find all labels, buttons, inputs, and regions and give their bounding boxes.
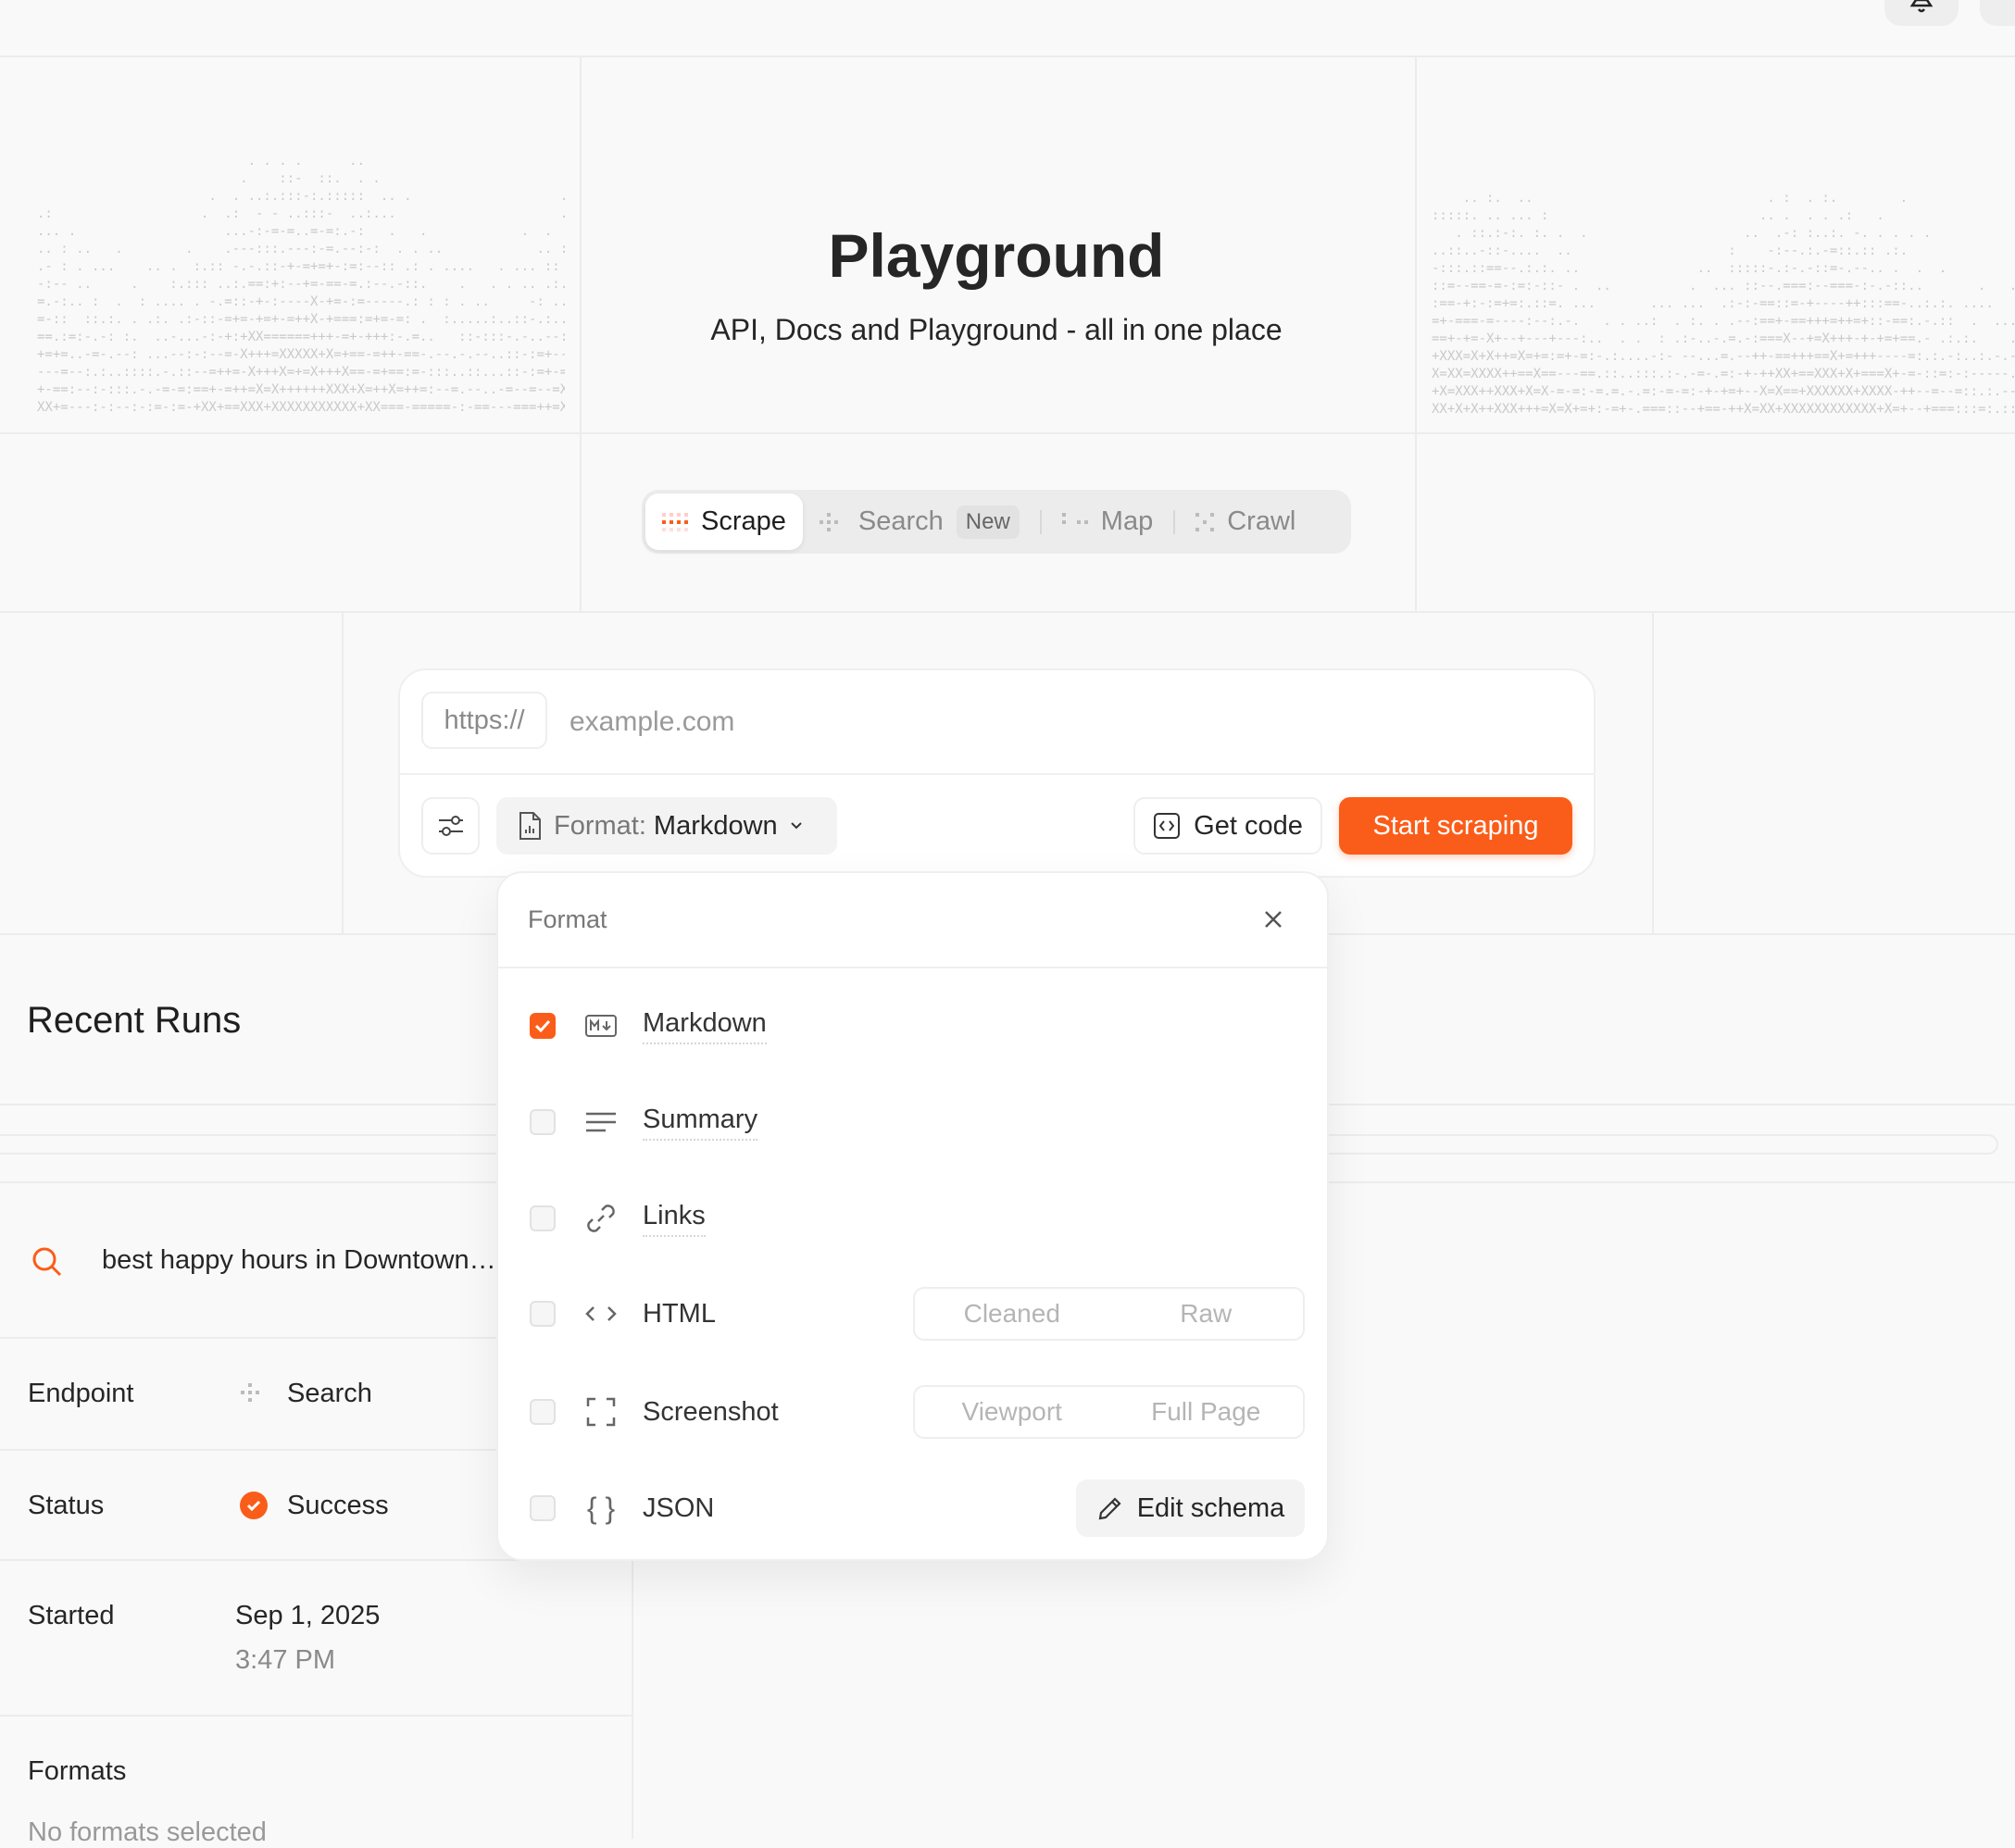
- option-label: Screenshot: [643, 1396, 779, 1427]
- checkbox[interactable]: [530, 1109, 556, 1135]
- protocol-prefix: https://: [421, 692, 547, 749]
- scrape-icon: [662, 512, 688, 531]
- endpoint-label: Endpoint: [28, 1379, 134, 1408]
- tab-label: Map: [1100, 506, 1154, 536]
- page-title: Playground: [828, 221, 1165, 290]
- code-icon: [1154, 813, 1181, 839]
- bell-icon: [1909, 0, 1934, 13]
- endpoint-value: Search: [287, 1379, 372, 1408]
- sliders-icon: [438, 816, 463, 836]
- format-option-links[interactable]: Links: [498, 1191, 1327, 1246]
- option-viewport[interactable]: Viewport: [915, 1387, 1109, 1437]
- option-raw[interactable]: Raw: [1109, 1289, 1304, 1339]
- search-dots-icon: [241, 1383, 267, 1402]
- endpoint-tabs: Scrape Search New Map Crawl: [642, 490, 1351, 554]
- divider: [0, 1715, 632, 1717]
- format-prefix: Format:: [554, 810, 646, 841]
- screenshot-frame-icon: [582, 1393, 620, 1430]
- success-check-icon: [240, 1492, 268, 1519]
- divider: [342, 612, 344, 934]
- page-subtitle: API, Docs and Playground - all in one pl…: [710, 313, 1283, 346]
- format-option-screenshot[interactable]: Screenshot Viewport Full Page: [498, 1384, 1327, 1440]
- markdown-icon: [582, 1007, 620, 1044]
- tab-label: Scrape: [701, 506, 786, 536]
- started-time: 3:47 PM: [235, 1645, 335, 1675]
- format-value: Markdown: [653, 810, 778, 841]
- get-code-button[interactable]: Get code: [1133, 797, 1322, 855]
- format-popup: Format Markdown Summary Links HTML Clean…: [496, 871, 1329, 1561]
- search-icon: [32, 1247, 62, 1277]
- edit-schema-label: Edit schema: [1136, 1492, 1285, 1523]
- checkbox-checked[interactable]: [530, 1013, 556, 1039]
- tab-map[interactable]: Map: [1045, 493, 1170, 550]
- format-option-summary[interactable]: Summary: [498, 1094, 1327, 1150]
- option-label: HTML: [643, 1298, 716, 1329]
- tab-search[interactable]: Search New: [803, 493, 1036, 550]
- format-option-json[interactable]: { } JSON Edit schema: [498, 1480, 1327, 1537]
- option-label: JSON: [643, 1492, 715, 1523]
- tab-label: Crawl: [1227, 506, 1296, 536]
- divider: [0, 611, 2015, 613]
- started-label: Started: [28, 1601, 115, 1630]
- text-lines-icon: [582, 1104, 620, 1141]
- checkbox[interactable]: [530, 1301, 556, 1327]
- popup-title: Format: [528, 905, 607, 933]
- tab-scrape[interactable]: Scrape: [645, 493, 803, 550]
- get-code-label: Get code: [1194, 810, 1303, 841]
- recent-runs-title: Recent Runs: [27, 1000, 242, 1041]
- checkbox[interactable]: [530, 1495, 556, 1521]
- check-icon: [534, 1019, 551, 1033]
- divider: [1652, 612, 1654, 934]
- option-label: Summary: [643, 1105, 758, 1141]
- link-icon: [582, 1200, 620, 1237]
- format-option-html[interactable]: HTML Cleaned Raw: [498, 1286, 1327, 1342]
- checkbox[interactable]: [530, 1399, 556, 1425]
- tab-label: Search: [857, 506, 944, 536]
- edit-schema-button[interactable]: Edit schema: [1076, 1480, 1305, 1537]
- checkbox[interactable]: [530, 1205, 556, 1231]
- html-mode-toggle: Cleaned Raw: [913, 1287, 1305, 1341]
- popup-header: Format: [498, 873, 1327, 968]
- help-button[interactable]: [1980, 0, 2015, 26]
- start-scraping-button[interactable]: Start scraping: [1339, 797, 1572, 855]
- run-query[interactable]: best happy hours in Downtown…: [102, 1245, 496, 1276]
- separator: [1039, 509, 1042, 534]
- format-option-markdown[interactable]: Markdown: [498, 998, 1327, 1054]
- divider: [632, 1561, 633, 1839]
- close-icon[interactable]: [1263, 909, 1283, 930]
- divider: [0, 432, 2015, 434]
- curly-braces-icon: { }: [586, 1491, 616, 1525]
- option-full-page[interactable]: Full Page: [1109, 1387, 1304, 1437]
- search-dots-icon: [819, 512, 845, 531]
- new-badge: New: [956, 505, 1020, 539]
- code-brackets-icon: [582, 1295, 620, 1332]
- screenshot-mode-toggle: Viewport Full Page: [913, 1385, 1305, 1439]
- settings-button[interactable]: [421, 797, 480, 855]
- divider: [0, 56, 2015, 57]
- chevron-down-icon: [790, 822, 802, 830]
- option-label: Markdown: [643, 1008, 767, 1044]
- crawl-icon: [1195, 512, 1215, 531]
- tab-crawl[interactable]: Crawl: [1179, 493, 1312, 550]
- formats-label: Formats: [28, 1756, 127, 1786]
- document-icon: [519, 812, 541, 840]
- notifications-button[interactable]: [1884, 0, 1959, 26]
- separator: [1173, 509, 1176, 534]
- pencil-icon: [1098, 1497, 1121, 1520]
- status-label: Status: [28, 1491, 105, 1520]
- option-cleaned[interactable]: Cleaned: [915, 1289, 1109, 1339]
- map-icon: [1061, 512, 1088, 531]
- format-dropdown[interactable]: Format: Markdown: [496, 797, 837, 855]
- divider: [400, 773, 1594, 775]
- started-date: Sep 1, 2025: [235, 1601, 381, 1630]
- status-value: Success: [287, 1491, 389, 1520]
- option-label: Links: [643, 1201, 706, 1237]
- url-input[interactable]: [569, 699, 1570, 745]
